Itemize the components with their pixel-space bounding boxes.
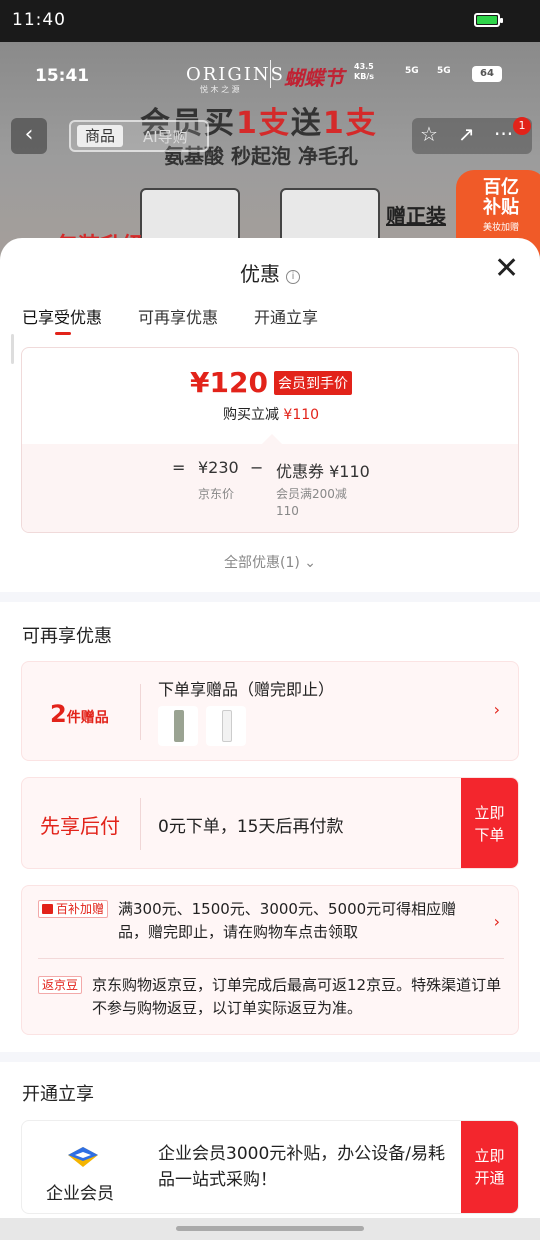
inner-battery: 64 (472, 66, 502, 82)
member-price-row: ¥120 会员到手价 (22, 366, 518, 399)
jd-price-label: 京东价 (198, 487, 235, 501)
gift-count: 2件赠品 (50, 700, 109, 728)
member-price-tag: 会员到手价 (273, 370, 352, 395)
brand-sub: 悦 木 之 源 (200, 85, 240, 94)
notification-badge: 1 (513, 117, 531, 135)
gift-fullsize-tag: 赠正装 (386, 204, 446, 228)
gift-title: 下单享赠品（赠完即止） (158, 680, 335, 699)
price-breakdown: = ¥230 − 优惠券 ¥110 京东价 会员满200减 110 (22, 444, 518, 532)
subsidy-gift-text: 满300元、1500元、3000元、5000元可得相应赠品，赠完即止，请在购物车… (118, 900, 457, 941)
instant-discount: 购买立减 ¥110 (222, 407, 320, 423)
chevron-right-icon[interactable]: › (494, 912, 500, 931)
signal-2: 5G (437, 66, 451, 76)
gift-thumb-2 (206, 706, 246, 746)
section-separator (0, 592, 540, 602)
info-card: 百补加赠 满300元、1500元、3000元、5000元可得相应赠品，赠完即止，… (21, 885, 519, 1035)
coupon-label: 会员满200减 110 (276, 487, 347, 518)
enterprise-desc: 企业会员3000元补贴，办公设备/易耗品一站式采购！ (158, 1144, 445, 1190)
equals-sign: = (172, 458, 186, 477)
paylater-card: 先享后付 0元下单，15天后再付款 立即 下单 (21, 777, 519, 869)
section-separator (0, 1052, 540, 1062)
section-title-open: 开通立享 (22, 1084, 94, 1105)
card-divider (140, 798, 141, 850)
order-now-button[interactable]: 立即 下单 (461, 778, 518, 868)
share-icon[interactable]: ↗ (458, 122, 475, 146)
chevron-right-icon: › (493, 700, 500, 719)
info-icon[interactable]: i (286, 270, 300, 284)
tab-more[interactable]: 可再享优惠 (138, 304, 218, 328)
active-tab-indicator (55, 332, 71, 335)
chevron-down-icon: ⌄ (304, 555, 317, 571)
page-tab-switch[interactable]: 商品 AI导购 (69, 120, 209, 152)
coupon-value: 优惠券 ¥110 (276, 462, 370, 481)
price-card: ¥120 会员到手价 购买立减 ¥110 = ¥230 − 优惠券 ¥110 京东… (21, 347, 519, 533)
enterprise-label: 企业会员 (46, 1184, 114, 1204)
inner-clock: 15:41 (35, 66, 90, 86)
paylater-desc: 0元下单，15天后再付款 (158, 817, 344, 837)
enterprise-member-icon (68, 1147, 98, 1167)
gift-thumb-1 (158, 706, 198, 746)
tab-ai-guide[interactable]: AI导购 (143, 126, 188, 147)
section-title-more: 可再享优惠 (22, 626, 112, 647)
battery-icon (474, 13, 503, 27)
festival-logo: 蝴蝶节 (284, 66, 344, 90)
minus-sign: − (250, 458, 264, 477)
pointer-triangle (262, 434, 282, 444)
discount-sheet: 优惠 i ✕ 已享受优惠 可再享优惠 开通立享 ¥120 会员到手价 购买立减 ¥1… (0, 238, 540, 1218)
jd-price: ¥230 (198, 458, 239, 477)
tab-enjoyed[interactable]: 已享受优惠 (22, 304, 102, 328)
subsidy-gift-tag: 百补加赠 (38, 900, 109, 918)
network-speed: 43.5 KB/s (354, 62, 374, 81)
card-divider (140, 684, 141, 740)
jd-bean-tag: 返京豆 (38, 976, 83, 994)
outer-clock: 11:40 (12, 10, 66, 30)
signal-1: 5G (405, 66, 419, 76)
paylater-title: 先享后付 (40, 814, 120, 838)
close-icon[interactable]: ✕ (494, 254, 519, 284)
more-icon[interactable]: ··· (494, 122, 513, 146)
outer-status-bar: 11:40 (0, 0, 540, 42)
navigation-bar (0, 1218, 540, 1240)
back-button[interactable]: ‹ (11, 118, 47, 154)
star-icon[interactable]: ☆ (420, 122, 438, 146)
info-divider (38, 958, 504, 959)
gift-icon (42, 904, 53, 914)
all-deals-link[interactable]: 全部优惠(1) ⌄ (0, 552, 540, 572)
sheet-tabs: 已享受优惠 可再享优惠 开通立享 (0, 304, 540, 334)
tab-open[interactable]: 开通立享 (254, 304, 318, 328)
scroll-indicator (11, 334, 14, 364)
member-price: ¥120 (190, 366, 268, 399)
gift-card[interactable]: 2件赠品 下单享赠品（赠完即止） › (21, 661, 519, 761)
jd-bean-text: 京东购物返京豆，订单完成后最高可返12京豆。特殊渠道订单不参与购物返豆，以订单实… (92, 976, 502, 1017)
open-now-button[interactable]: 立即 开通 (461, 1121, 518, 1213)
sheet-title: 优惠 i (0, 258, 540, 287)
brand-divider (270, 60, 271, 88)
enterprise-card: 企业会员 企业会员3000元补贴，办公设备/易耗品一站式采购！ 立即 开通 (21, 1120, 519, 1214)
home-indicator[interactable] (176, 1226, 364, 1231)
tab-goods[interactable]: 商品 (77, 125, 123, 147)
